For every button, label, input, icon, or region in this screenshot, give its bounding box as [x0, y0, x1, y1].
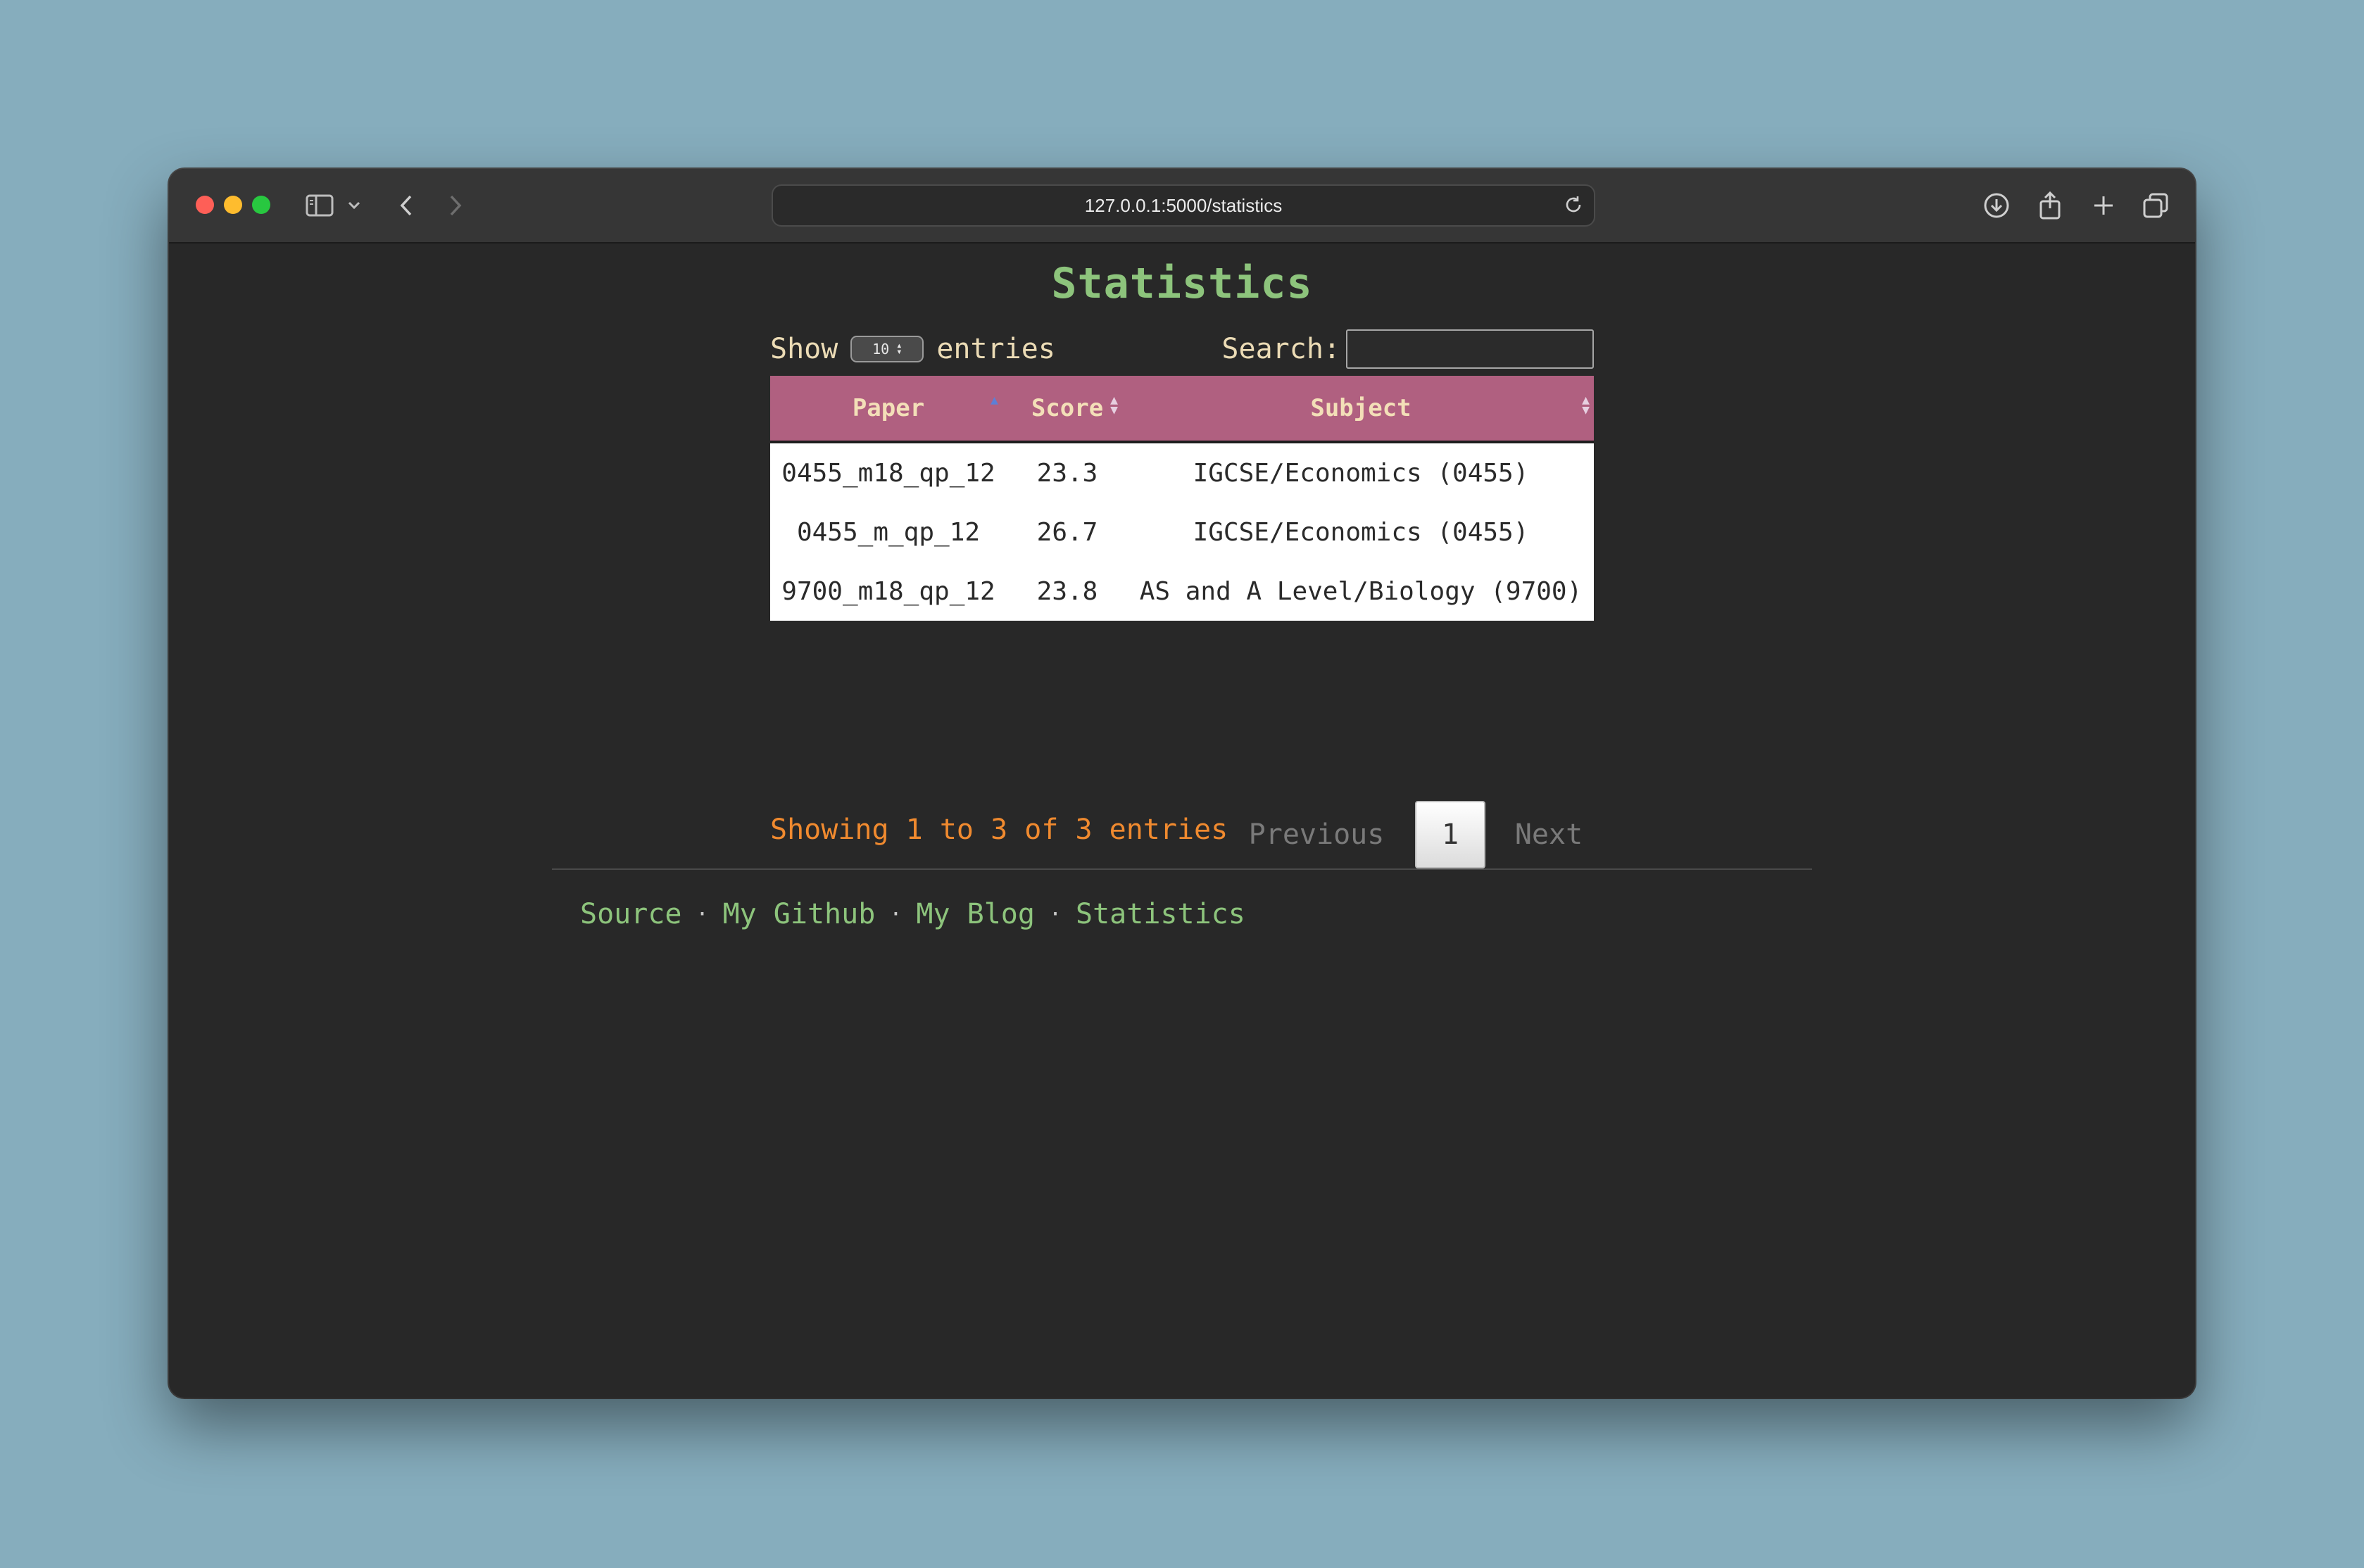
- footer-separator: ·: [1048, 902, 1062, 927]
- footer-link-github[interactable]: My Github: [723, 898, 876, 930]
- cell-score: 26.7: [1036, 517, 1098, 547]
- footer-separator: ·: [889, 902, 903, 927]
- page-title: Statistics: [1051, 259, 1313, 308]
- entries-label: entries: [936, 333, 1055, 365]
- table-row: 9700_m18_qp_12 23.8 AS and A Level/Biolo…: [770, 562, 1594, 621]
- cell-score: 23.8: [1036, 576, 1098, 606]
- cell-paper: 9700_m18_qp_12: [781, 576, 995, 606]
- table-row: 0455_m_qp_12 26.7 IGCSE/Economics (0455): [770, 502, 1594, 562]
- page-length-control: Show 10 ▴ ▾ entries: [770, 328, 1055, 370]
- browser-toolbar: 127.0.0.1:5000/statistics: [169, 169, 2195, 244]
- table-header-row: Paper ▲ Score ▲ ▼ Subject ▲ ▼: [770, 376, 1594, 443]
- pagination: Previous 1 Next: [1232, 799, 1598, 870]
- divider: [552, 868, 1812, 870]
- select-arrows-icon: ▴ ▾: [896, 340, 903, 358]
- footer-link-blog[interactable]: My Blog: [916, 898, 1035, 930]
- footer-separator: ·: [696, 902, 709, 927]
- share-icon[interactable]: [2036, 190, 2064, 221]
- page-button-1[interactable]: 1: [1415, 801, 1485, 868]
- url-text: 127.0.0.1:5000/statistics: [1084, 194, 1283, 216]
- reload-icon[interactable]: [1563, 194, 1584, 215]
- sort-ascending-icon: ▲: [991, 393, 998, 407]
- browser-window: 127.0.0.1:5000/statistics Statistics Sho…: [169, 169, 2195, 1398]
- address-bar[interactable]: 127.0.0.1:5000/statistics: [772, 184, 1595, 227]
- tab-overview-icon[interactable]: [2140, 190, 2171, 221]
- column-header-paper[interactable]: Paper ▲: [770, 376, 1007, 443]
- cell-paper: 0455_m18_qp_12: [781, 458, 995, 488]
- cell-subject: IGCSE/Economics (0455): [1193, 517, 1529, 547]
- sidebar-toggle-icon[interactable]: [304, 190, 335, 221]
- sort-both-icon: ▲ ▼: [1110, 393, 1118, 417]
- footer-link-statistics[interactable]: Statistics: [1076, 898, 1245, 930]
- sort-both-icon: ▲ ▼: [1582, 393, 1590, 417]
- page-length-select[interactable]: 10 ▴ ▾: [850, 336, 924, 362]
- new-tab-icon[interactable]: [2089, 190, 2118, 221]
- search-input[interactable]: [1346, 329, 1594, 369]
- close-window-button[interactable]: [196, 196, 214, 214]
- show-label: Show: [770, 333, 838, 365]
- downloads-icon[interactable]: [1981, 190, 2012, 221]
- cell-score: 23.3: [1036, 458, 1098, 488]
- search-control: Search:: [1221, 327, 1594, 372]
- column-header-subject[interactable]: Subject ▲ ▼: [1128, 376, 1594, 443]
- next-page-button[interactable]: Next: [1499, 818, 1598, 851]
- chevron-down-icon[interactable]: [346, 190, 362, 221]
- back-icon[interactable]: [396, 190, 417, 221]
- zoom-window-button[interactable]: [252, 196, 270, 214]
- column-header-score[interactable]: Score ▲ ▼: [1007, 376, 1128, 443]
- search-label: Search:: [1221, 333, 1340, 365]
- table-row: 0455_m18_qp_12 23.3 IGCSE/Economics (045…: [770, 442, 1594, 502]
- cell-paper: 0455_m_qp_12: [796, 517, 981, 547]
- forward-icon[interactable]: [445, 190, 466, 221]
- footer-links: Source · My Github · My Blog · Statistic…: [580, 898, 1245, 930]
- previous-page-button[interactable]: Previous: [1232, 818, 1401, 851]
- statistics-table: Paper ▲ Score ▲ ▼ Subject ▲ ▼ 0455_m18_qp_…: [770, 376, 1594, 621]
- page-length-value: 10: [872, 341, 890, 358]
- table-info: Showing 1 to 3 of 3 entries: [770, 814, 1228, 846]
- minimize-window-button[interactable]: [224, 196, 242, 214]
- table-controls: Show 10 ▴ ▾ entries Search:: [770, 328, 1594, 370]
- footer-link-source[interactable]: Source: [580, 898, 682, 930]
- cell-subject: AS and A Level/Biology (9700): [1139, 576, 1583, 606]
- cell-subject: IGCSE/Economics (0455): [1193, 458, 1529, 488]
- page-content: Statistics Show 10 ▴ ▾ entries Search: P…: [169, 244, 2195, 1398]
